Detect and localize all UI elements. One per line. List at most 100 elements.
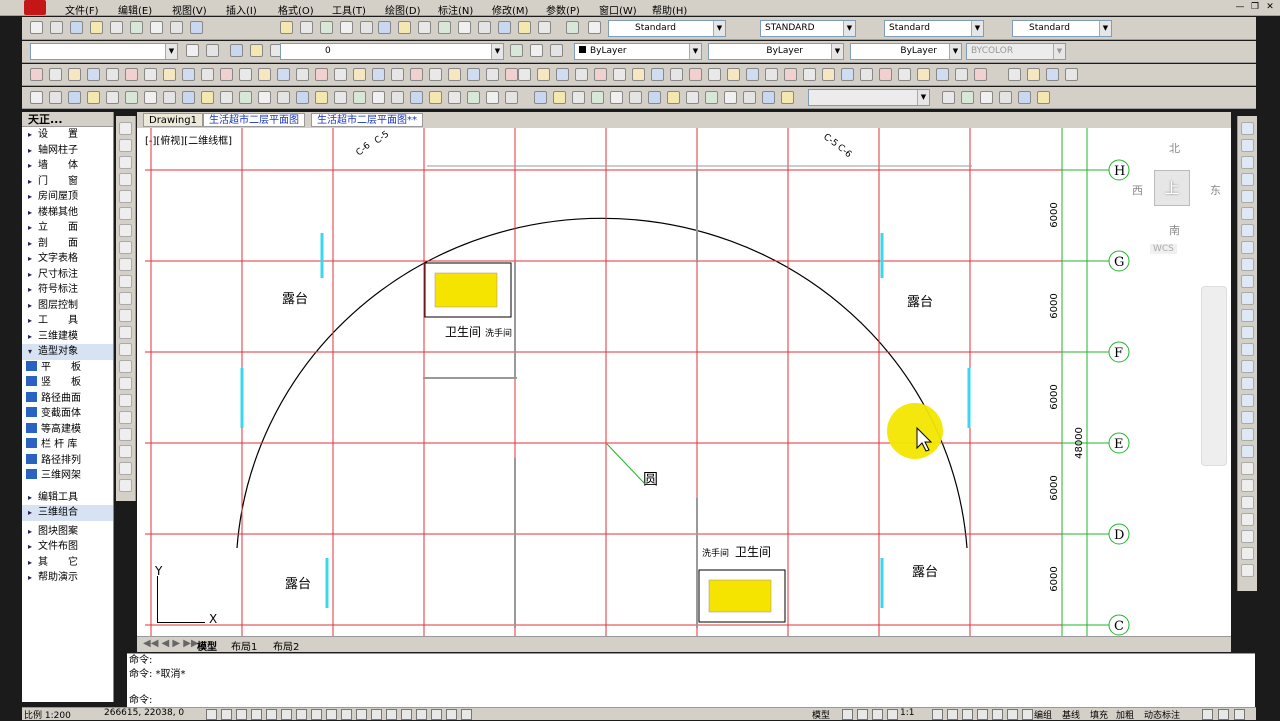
status-toggle-button[interactable] [416,709,427,720]
lineweight-dropdown[interactable]: ByLayer ▼ [850,43,962,60]
navigation-bar[interactable] [1201,286,1227,466]
toolbar-tool-icon[interactable] [144,68,157,81]
toolbar-tool-icon[interactable] [708,68,721,81]
toolbar-tool-icon[interactable] [50,21,63,34]
panel-menu-item[interactable]: ▸ 门 窗 [22,174,113,190]
command-window[interactable]: 命令: 命令: *取消* 命令: [127,653,1255,707]
panel-menu-item[interactable]: ▸ 编辑工具 [22,490,113,506]
close-icon[interactable]: ✕ [1264,1,1276,13]
toolbar-tool-icon[interactable] [974,68,987,81]
toolbar-tool-icon[interactable] [372,91,385,104]
toolbar-tool-icon[interactable] [163,68,176,81]
draw-tool-icon[interactable] [119,326,132,339]
toolbar-tool-icon[interactable] [530,44,543,57]
panel-submenu-item[interactable]: 等高建模 [22,422,113,438]
toolbar-tool-icon[interactable] [553,91,566,104]
toolbar-tool-icon[interactable] [860,68,873,81]
toolbar-tool-icon[interactable] [686,91,699,104]
toolbar-tool-icon[interactable] [206,44,219,57]
command-input[interactable]: 命令: [127,694,1255,708]
modify-tool-icon[interactable] [1241,411,1254,424]
draw-tool-icon[interactable] [119,173,132,186]
toolbar-tool-icon[interactable] [49,68,62,81]
toolbar-tool-icon[interactable] [588,21,601,34]
table-style-dropdown[interactable]: Standard ▼ [884,20,984,37]
toolbar-tool-icon[interactable] [980,91,993,104]
toolbar-tool-icon[interactable] [125,91,138,104]
modify-tool-icon[interactable] [1241,564,1254,577]
toolbar-tool-icon[interactable] [334,68,347,81]
tab-floor-plan-modified[interactable]: 生活超市二层平面图** [311,113,423,127]
draw-tool-icon[interactable] [119,411,132,424]
toolbar-tool-icon[interactable] [296,68,309,81]
toolbar-tool-icon[interactable] [429,68,442,81]
draw-tool-icon[interactable] [119,377,132,390]
draw-tool-icon[interactable] [119,122,132,135]
status-toggle-button[interactable] [326,709,337,720]
modify-tool-icon[interactable] [1241,156,1254,169]
toolbar-tool-icon[interactable] [201,91,214,104]
toolbar-tool-icon[interactable] [594,68,607,81]
toolbar-tool-icon[interactable] [163,91,176,104]
status-bold[interactable]: 加粗 [1116,708,1134,721]
toolbar-tool-icon[interactable] [280,21,293,34]
toolbar-tool-icon[interactable] [505,68,518,81]
toolbar-tool-icon[interactable] [632,68,645,81]
toolbar-tool-icon[interactable] [762,91,775,104]
status-toggle-button[interactable] [842,709,853,720]
draw-tool-icon[interactable] [119,190,132,203]
draw-tool-icon[interactable] [119,309,132,322]
toolbar-tool-icon[interactable] [566,21,579,34]
status-toggle-button[interactable] [1218,709,1229,720]
text-style-dropdown[interactable]: Standard ▼ [608,20,726,37]
toolbar-tool-icon[interactable] [1027,68,1040,81]
draw-tool-icon[interactable] [119,275,132,288]
status-toggle-button[interactable] [311,709,322,720]
modify-tool-icon[interactable] [1241,445,1254,458]
wcs-menu[interactable]: WCS [1150,244,1177,254]
toolbar-tool-icon[interactable] [87,91,100,104]
status-toggle-button[interactable] [887,709,898,720]
toolbar-tool-icon[interactable] [68,68,81,81]
toolbar-tool-icon[interactable] [841,68,854,81]
panel-menu-item[interactable]: ▸ 轴网柱子 [22,143,113,159]
toolbar-tool-icon[interactable] [478,21,491,34]
toolbar-tool-icon[interactable] [781,91,794,104]
toolbar-tool-icon[interactable] [1018,91,1031,104]
toolbar-tool-icon[interactable] [550,44,563,57]
draw-tool-icon[interactable] [119,241,132,254]
status-toggle-button[interactable] [1007,709,1018,720]
toolbar-tool-icon[interactable] [448,91,461,104]
panel-menu-item[interactable]: ▸ 图块图案 [22,524,113,540]
menu-item[interactable]: 格式(O) [278,2,314,17]
toolbar-tool-icon[interactable] [670,68,683,81]
toolbar-tool-icon[interactable] [486,91,499,104]
status-toggle-button[interactable] [431,709,442,720]
status-fill[interactable]: 填充 [1090,708,1108,721]
toolbar-tool-icon[interactable] [510,44,523,57]
toolbar-tool-icon[interactable] [458,21,471,34]
toolbar-tool-icon[interactable] [448,68,461,81]
status-toggle-button[interactable] [1234,709,1245,720]
toolbar-tool-icon[interactable] [651,68,664,81]
toolbar-tool-icon[interactable] [743,91,756,104]
panel-submenu-item[interactable]: 路径排列 [22,453,113,469]
draw-tool-icon[interactable] [119,428,132,441]
status-toggle-button[interactable] [236,709,247,720]
toolbar-tool-icon[interactable] [130,21,143,34]
toolbar-tool-icon[interactable] [538,21,551,34]
status-toggle-button[interactable] [341,709,352,720]
toolbar-tool-icon[interactable] [410,91,423,104]
panel-menu-item[interactable]: ▸ 三维组合 [22,505,113,521]
modify-tool-icon[interactable] [1241,326,1254,339]
toolbar-tool-icon[interactable] [87,68,100,81]
toolbar-tool-icon[interactable] [340,21,353,34]
toolbar-tool-icon[interactable] [784,68,797,81]
draw-tool-icon[interactable] [119,224,132,237]
modify-tool-icon[interactable] [1241,292,1254,305]
status-toggle-button[interactable] [221,709,232,720]
toolbar-tool-icon[interactable] [220,91,233,104]
status-toggle-button[interactable] [296,709,307,720]
toolbar-tool-icon[interactable] [610,91,623,104]
toolbar-tool-icon[interactable] [803,68,816,81]
